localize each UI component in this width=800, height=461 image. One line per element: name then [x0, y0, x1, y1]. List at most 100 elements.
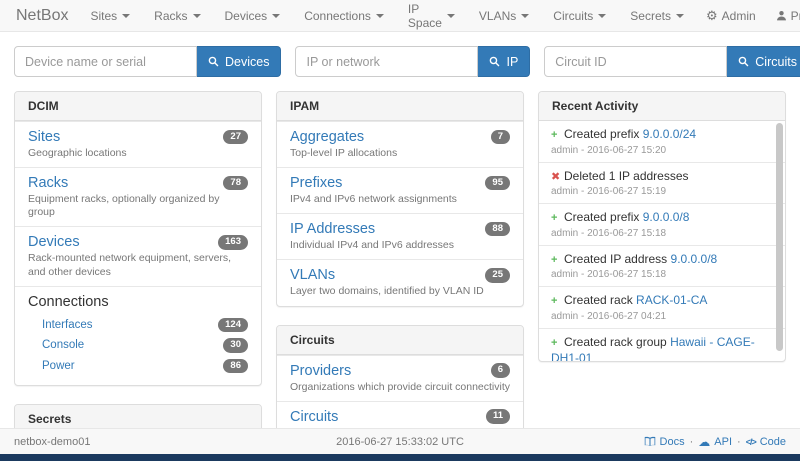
- chevron-down-icon: [521, 14, 529, 18]
- sites-link[interactable]: Sites: [28, 129, 60, 145]
- admin-button[interactable]: ⚙Admin: [696, 9, 766, 23]
- utility-menu: ⚙Admin Profile Log out: [696, 2, 800, 30]
- interfaces-link[interactable]: Interfaces: [42, 319, 93, 331]
- panel-title-ipam: IPAM: [277, 92, 523, 121]
- activity-object-link[interactable]: RACK-01-CA: [636, 293, 707, 307]
- chevron-down-icon: [447, 14, 455, 18]
- providers-count-badge: 6: [491, 363, 510, 377]
- activity-meta: admin - 2016-06-27 15:18: [551, 228, 769, 239]
- devices-link[interactable]: Devices: [28, 234, 80, 250]
- hostname-label: netbox-demo01: [14, 436, 90, 448]
- column-ipam: IPAM Aggregates 7 Top-level IP allocation…: [276, 91, 524, 461]
- circuit-search-input[interactable]: [544, 46, 727, 77]
- activity-row: +Created prefix 9.0.0.0/8 admin - 2016-0…: [539, 203, 785, 245]
- ipam-panel: IPAM Aggregates 7 Top-level IP allocation…: [276, 91, 524, 307]
- column-activity: Recent Activity +Created prefix 9.0.0.0/…: [538, 91, 786, 380]
- devices-count-badge: 163: [218, 235, 248, 249]
- circuit-search-group: Circuits: [544, 46, 800, 77]
- device-search-input[interactable]: [14, 46, 197, 77]
- page-footer: netbox-demo01 2016-06-27 15:33:02 UTC Do…: [0, 428, 800, 454]
- activity-object-link[interactable]: 9.0.0.0/24: [643, 127, 696, 141]
- gear-icon: ⚙: [706, 9, 718, 22]
- ip-addresses-count-badge: 88: [485, 222, 510, 236]
- nav-circuits[interactable]: Circuits: [541, 9, 618, 23]
- ip-search-group: IP: [295, 46, 530, 77]
- chevron-down-icon: [676, 14, 684, 18]
- activity-meta: admin - 2016-06-27 15:19: [551, 186, 769, 197]
- plus-icon: +: [551, 294, 564, 308]
- chevron-down-icon: [122, 14, 130, 18]
- top-navbar: NetBox Sites Racks Devices Connections I…: [0, 0, 800, 32]
- search-row: Devices IP Circuits: [0, 46, 800, 77]
- dcim-panel: DCIM Sites27 Geographic locations Racks7…: [14, 91, 262, 386]
- list-item-prefixes: Prefixes95 IPv4 and IPv6 network assignm…: [277, 167, 523, 213]
- nav-ip-space[interactable]: IP Space: [396, 2, 467, 30]
- recent-activity-panel: Recent Activity +Created prefix 9.0.0.0/…: [538, 91, 786, 362]
- netbox-logo[interactable]: NetBox: [12, 7, 78, 25]
- prefixes-count-badge: 95: [485, 176, 510, 190]
- activity-row: +Created IP address 9.0.0.0/8 admin - 20…: [539, 245, 785, 287]
- console-count-badge: 30: [223, 338, 248, 352]
- vlans-count-badge: 25: [485, 268, 510, 282]
- chevron-down-icon: [376, 14, 384, 18]
- docs-link[interactable]: Docs: [644, 436, 685, 448]
- book-icon: [644, 436, 656, 447]
- aggregates-description: Top-level IP allocations: [290, 147, 510, 160]
- power-link[interactable]: Power: [42, 360, 75, 372]
- circuit-search-button[interactable]: Circuits: [727, 46, 800, 77]
- aggregates-count-badge: 7: [491, 130, 510, 144]
- column-dcim: DCIM Sites27 Geographic locations Racks7…: [14, 91, 262, 461]
- activity-action: Deleted 1 IP addresses: [564, 169, 689, 183]
- list-item-devices: Devices163 Rack-mounted network equipmen…: [15, 226, 261, 285]
- activity-row: +Created prefix 9.0.0.0/24 admin - 2016-…: [539, 121, 785, 162]
- ip-search-input[interactable]: [295, 46, 478, 77]
- code-link[interactable]: </> Code: [746, 436, 786, 448]
- search-icon: [738, 56, 749, 67]
- activity-row: +Created rack group Hawaii - CAGE-DH1-01…: [539, 328, 785, 361]
- activity-object-link[interactable]: 9.0.0.0/8: [671, 252, 718, 266]
- nav-connections[interactable]: Connections: [292, 9, 396, 23]
- aggregates-link[interactable]: Aggregates: [290, 129, 364, 145]
- nav-racks[interactable]: Racks: [142, 9, 212, 23]
- nav-devices[interactable]: Devices: [213, 9, 293, 23]
- plus-icon: +: [551, 253, 564, 267]
- racks-count-badge: 78: [223, 176, 248, 190]
- panel-title-recent-activity: Recent Activity: [539, 92, 785, 121]
- connections-console-row: Console 30: [28, 335, 248, 355]
- prefixes-link[interactable]: Prefixes: [290, 175, 342, 191]
- list-item-racks: Racks78 Equipment racks, optionally orga…: [15, 167, 261, 226]
- activity-action: Created IP address: [564, 252, 667, 266]
- device-search-button[interactable]: Devices: [197, 46, 281, 77]
- connections-title: Connections: [28, 294, 248, 310]
- nav-sites[interactable]: Sites: [78, 9, 142, 23]
- interfaces-count-badge: 124: [218, 318, 248, 332]
- sites-count-badge: 27: [223, 130, 248, 144]
- panel-title-circuits: Circuits: [277, 326, 523, 355]
- list-item-providers: Providers6 Organizations which provide c…: [277, 355, 523, 401]
- plus-icon: +: [551, 336, 564, 350]
- ip-search-button[interactable]: IP: [478, 46, 530, 77]
- sites-description: Geographic locations: [28, 147, 248, 160]
- api-link[interactable]: ☁ API: [698, 436, 732, 448]
- code-icon: </>: [746, 437, 756, 447]
- activity-scrollbar[interactable]: [776, 123, 783, 351]
- racks-link[interactable]: Racks: [28, 175, 68, 191]
- nav-vlans[interactable]: VLANs: [467, 9, 541, 23]
- activity-row: ✖Deleted 1 IP addresses admin - 2016-06-…: [539, 162, 785, 204]
- plus-icon: +: [551, 211, 564, 225]
- separator: ·: [737, 436, 741, 448]
- vlans-link[interactable]: VLANs: [290, 267, 335, 283]
- connections-interfaces-row: Interfaces 124: [28, 315, 248, 335]
- activity-action: Created prefix: [564, 127, 639, 141]
- activity-object-link[interactable]: 9.0.0.0/8: [643, 210, 690, 224]
- console-link[interactable]: Console: [42, 339, 84, 351]
- dashboard-panels: DCIM Sites27 Geographic locations Racks7…: [0, 91, 800, 461]
- circuits-link[interactable]: Circuits: [290, 409, 338, 425]
- activity-action: Created rack group: [564, 335, 667, 349]
- providers-link[interactable]: Providers: [290, 363, 351, 379]
- chevron-down-icon: [272, 14, 280, 18]
- delete-icon: ✖: [551, 170, 564, 184]
- nav-secrets[interactable]: Secrets: [618, 9, 696, 23]
- profile-button[interactable]: Profile: [766, 9, 800, 23]
- ip-addresses-link[interactable]: IP Addresses: [290, 221, 375, 237]
